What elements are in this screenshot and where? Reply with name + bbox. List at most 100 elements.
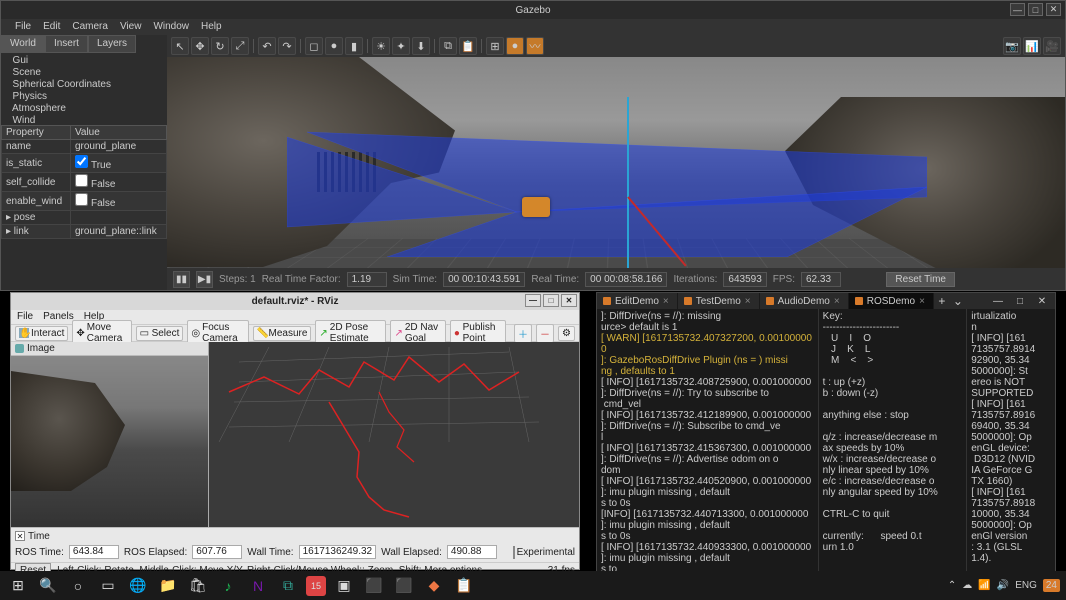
terminal-pane[interactable]: irtualizatio n [ INFO] [161 7135757.8914…	[967, 309, 1055, 573]
interact-button[interactable]: ✋Interact	[15, 326, 68, 341]
menu-window[interactable]: Window	[153, 21, 189, 33]
light-point-icon[interactable]: ☀	[372, 37, 390, 55]
measure-button[interactable]: 📏Measure	[253, 326, 312, 341]
paste-icon[interactable]: 📋	[459, 37, 477, 55]
terminal-pane[interactable]: ]: DiffDrive(ns = //): missing urce> def…	[597, 309, 819, 573]
ros-time-value[interactable]: 643.84	[69, 545, 119, 559]
titlebar[interactable]: EditDemo× TestDemo× AudioDemo× ROSDemo× …	[597, 293, 1055, 309]
minimize-button[interactable]: —	[525, 294, 541, 307]
tree-item[interactable]: Atmosphere	[7, 103, 161, 115]
viewport-3d[interactable]	[209, 342, 579, 527]
search-icon[interactable]: 🔍	[36, 575, 60, 597]
video-icon[interactable]: 🎥	[1043, 37, 1061, 55]
scene-tree[interactable]: Gui Scene Spherical Coordinates Physics …	[1, 53, 167, 125]
cortana-icon[interactable]: ○	[66, 575, 90, 597]
menu-view[interactable]: View	[120, 21, 142, 33]
checkbox[interactable]	[75, 174, 88, 187]
menu-edit[interactable]: Edit	[43, 21, 60, 33]
tab-dropdown-icon[interactable]: ⌄	[950, 294, 966, 308]
spotify-icon[interactable]: ♪	[216, 575, 240, 597]
titlebar[interactable]: Gazebo — □ ✕	[1, 1, 1065, 19]
app-icon[interactable]: 📋	[452, 575, 476, 597]
reset-time-button[interactable]: Reset Time	[886, 272, 955, 287]
titlebar[interactable]: default.rviz* - RViz — □ ✕	[11, 293, 579, 310]
taskview-icon[interactable]: ▭	[96, 575, 120, 597]
tree-item[interactable]: Scene	[7, 67, 161, 79]
store-icon[interactable]: 🛍	[186, 575, 210, 597]
menu-file[interactable]: File	[15, 21, 31, 33]
plot-icon[interactable]: 〰	[526, 37, 544, 55]
app-icon[interactable]: ◆	[422, 575, 446, 597]
menu-file[interactable]: File	[17, 311, 33, 323]
vscode-icon[interactable]: ⧉	[276, 575, 300, 597]
prop-row[interactable]: is_staticTrue	[2, 154, 167, 173]
light-spot-icon[interactable]: ✦	[392, 37, 410, 55]
close-button[interactable]: ✕	[1033, 295, 1051, 307]
pause-icon[interactable]: ▮▮	[173, 271, 190, 288]
wall-time-value[interactable]: 1617136249.32	[299, 545, 377, 559]
select-button[interactable]: ▭Select	[136, 326, 184, 341]
prop-row[interactable]: self_collideFalse	[2, 173, 167, 192]
experimental-checkbox[interactable]	[513, 546, 515, 559]
close-button[interactable]: ✕	[1046, 3, 1061, 16]
wifi-icon[interactable]: 📶	[978, 580, 990, 591]
tray-icon[interactable]: ☁	[962, 580, 972, 591]
screenshot-icon[interactable]: 📷	[1003, 37, 1021, 55]
redo-icon[interactable]: ↷	[278, 37, 296, 55]
remove-icon[interactable]: －	[536, 324, 554, 343]
rotate-icon[interactable]: ↻	[211, 37, 229, 55]
collapse-icon[interactable]: ✕	[15, 531, 25, 541]
volume-icon[interactable]: 🔊	[997, 580, 1009, 591]
notifications-icon[interactable]: 24	[1043, 579, 1060, 592]
scale-icon[interactable]: ⤢	[231, 37, 249, 55]
start-icon[interactable]: ⊞	[6, 575, 30, 597]
maximize-button[interactable]: □	[1028, 3, 1043, 16]
maximize-button[interactable]: □	[1011, 295, 1029, 307]
close-icon[interactable]: ×	[834, 296, 840, 307]
close-icon[interactable]: ×	[919, 296, 925, 307]
tree-item[interactable]: Gui	[7, 55, 161, 67]
app-icon[interactable]: 15	[306, 576, 326, 596]
copy-icon[interactable]: ⧉	[439, 37, 457, 55]
cylinder-icon[interactable]: ▮	[345, 37, 363, 55]
menu-help[interactable]: Help	[201, 21, 222, 33]
explorer-icon[interactable]: 📁	[156, 575, 180, 597]
close-icon[interactable]: ×	[663, 296, 669, 307]
prop-row[interactable]: ▸ linkground_plane::link	[2, 225, 167, 239]
minimize-button[interactable]: —	[989, 295, 1007, 307]
maximize-button[interactable]: □	[543, 294, 559, 307]
add-icon[interactable]: ＋	[514, 324, 532, 343]
camera-image[interactable]	[11, 356, 208, 527]
minimize-button[interactable]: —	[1010, 3, 1025, 16]
record-icon[interactable]: ●	[506, 37, 524, 55]
tab-editdemo[interactable]: EditDemo×	[597, 293, 678, 309]
close-icon[interactable]: ×	[745, 296, 751, 307]
image-panel-header[interactable]: Image	[11, 342, 208, 356]
tree-item[interactable]: Physics	[7, 91, 161, 103]
tab-world[interactable]: World	[1, 35, 45, 53]
tray-up-icon[interactable]: ⌃	[948, 580, 956, 591]
tab-layers[interactable]: Layers	[88, 35, 136, 53]
robot-model[interactable]	[522, 197, 550, 217]
onenote-icon[interactable]: N	[246, 575, 270, 597]
checkbox[interactable]	[75, 155, 88, 168]
prop-row[interactable]: enable_windFalse	[2, 192, 167, 211]
tab-insert[interactable]: Insert	[45, 35, 88, 53]
viewport-3d[interactable]	[167, 57, 1065, 268]
light-dir-icon[interactable]: ⬇	[412, 37, 430, 55]
close-button[interactable]: ✕	[561, 294, 577, 307]
snap-icon[interactable]: ⊞	[486, 37, 504, 55]
tab-testdemo[interactable]: TestDemo×	[678, 293, 760, 309]
tab-audiodemo[interactable]: AudioDemo×	[760, 293, 849, 309]
log-icon[interactable]: 📊	[1023, 37, 1041, 55]
pointer-icon[interactable]: ↖	[171, 37, 189, 55]
add-tab-button[interactable]: +	[934, 294, 950, 308]
gazebo-icon[interactable]: ⬛	[362, 575, 386, 597]
menu-camera[interactable]: Camera	[72, 21, 108, 33]
sphere-icon[interactable]: ●	[325, 37, 343, 55]
settings-icon[interactable]: ⚙	[558, 326, 575, 341]
terminal-icon[interactable]: ▣	[332, 575, 356, 597]
tree-item[interactable]: Wind	[7, 115, 161, 125]
tab-rosdemo[interactable]: ROSDemo×	[849, 293, 934, 309]
move-icon[interactable]: ✥	[191, 37, 209, 55]
